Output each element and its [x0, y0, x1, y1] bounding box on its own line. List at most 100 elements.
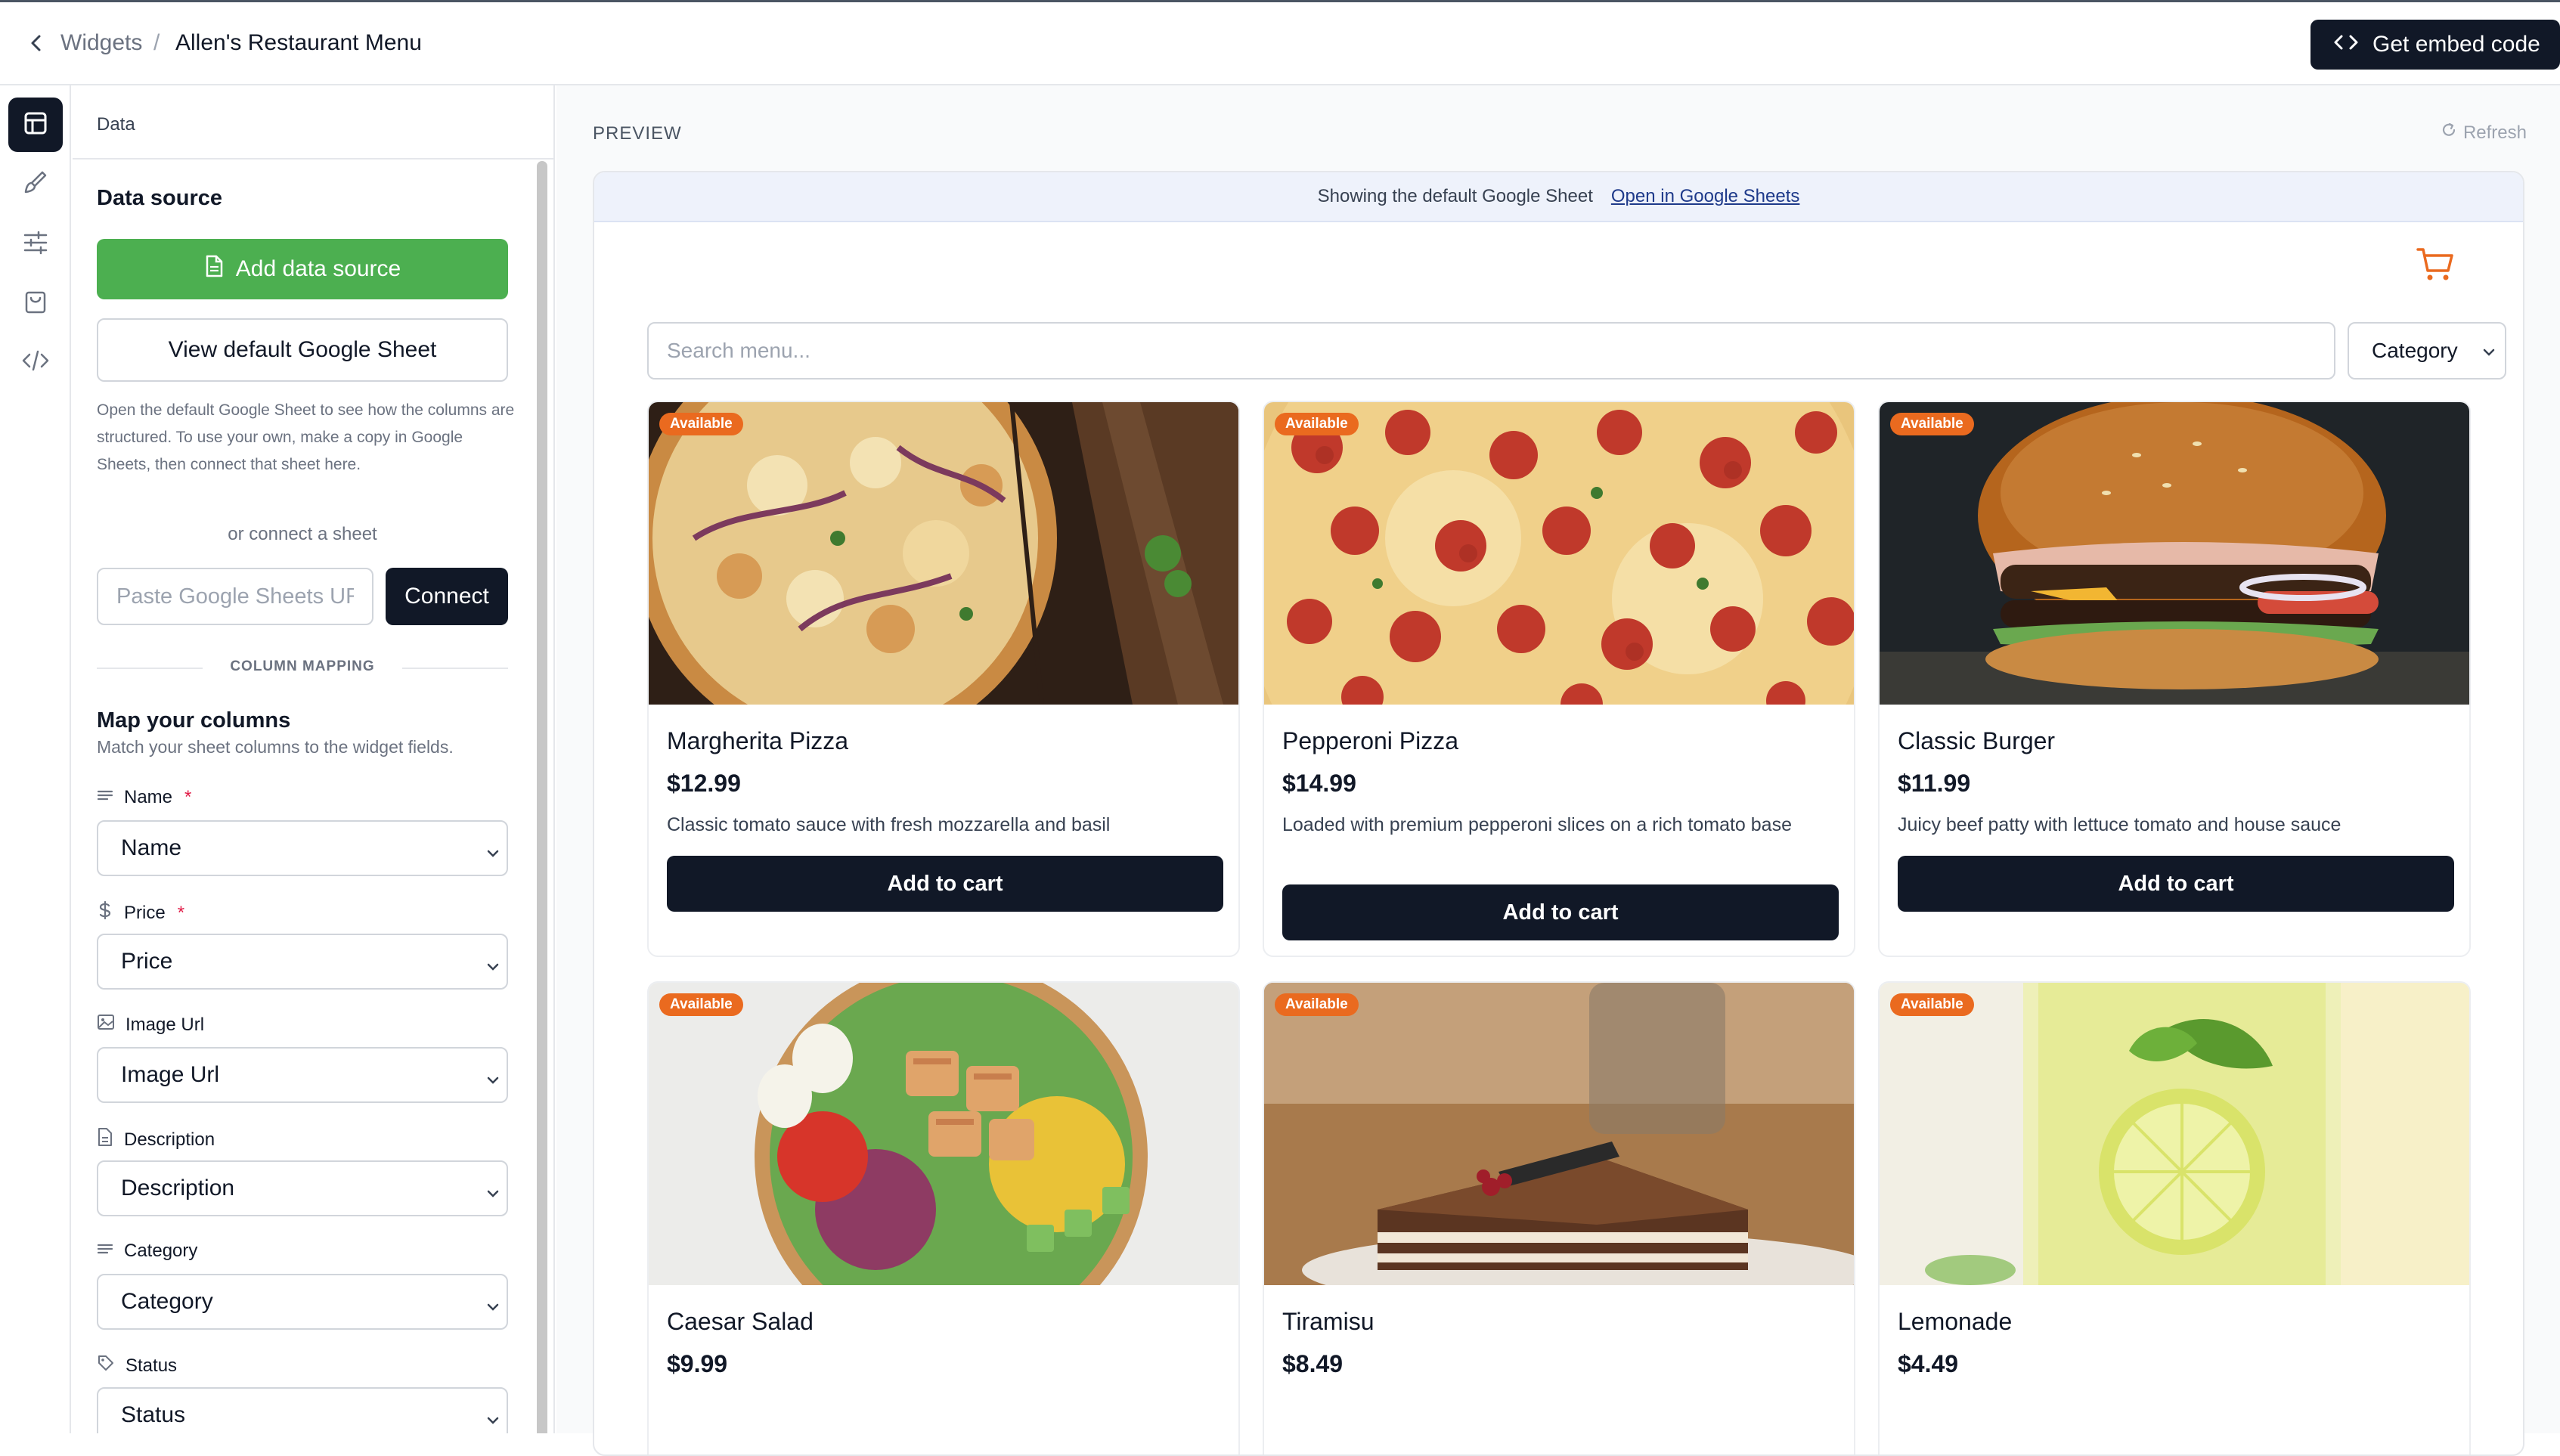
image-icon	[97, 1014, 115, 1036]
menu-item-name: Margherita Pizza	[667, 727, 849, 754]
preview-area: PREVIEW Refresh Showing the default Goog…	[556, 85, 2560, 1456]
menu-item-image	[1880, 402, 2469, 705]
refresh-label: Refresh	[2462, 122, 2527, 143]
lines-icon	[97, 787, 113, 808]
table-icon	[22, 110, 49, 141]
image-url-column-value: Image Url	[121, 1062, 220, 1087]
required-marker: *	[184, 787, 192, 807]
availability-badge: Available	[1275, 413, 1359, 435]
chevron-down-icon	[485, 1295, 501, 1321]
divider	[97, 668, 203, 669]
menu-item-card: Available Pepperoni Pizza $14.99 Loaded …	[1263, 401, 1855, 957]
dollar-icon	[97, 900, 113, 925]
back-chevron-icon[interactable]	[23, 29, 50, 57]
chevron-down-icon	[485, 955, 501, 980]
panel-scrollbar[interactable]	[537, 161, 547, 1433]
menu-item-image	[1264, 983, 1854, 1285]
menu-item-image	[1264, 402, 1854, 705]
rail-item-settings[interactable]	[8, 217, 63, 271]
add-data-source-label: Add data source	[235, 256, 401, 281]
rail-item-data[interactable]	[8, 98, 63, 152]
menu-item-card: Available Caesar Salad $9.99	[647, 981, 1240, 1454]
menu-item-name: Lemonade	[1898, 1308, 2013, 1335]
refresh-button[interactable]: Refresh	[2441, 122, 2527, 144]
rail-item-cart[interactable]	[8, 276, 63, 330]
breadcrumb-separator: /	[153, 30, 160, 55]
field-label-image-url: Image Url	[97, 1014, 204, 1036]
tag-icon	[97, 1354, 115, 1377]
lines-icon	[97, 1241, 113, 1262]
add-to-cart-button[interactable]: Add to cart	[1898, 856, 2454, 912]
price-column-value: Price	[121, 949, 173, 974]
code-brackets-icon	[2333, 32, 2359, 57]
column-mapping-heading: COLUMN MAPPING	[230, 658, 375, 674]
rail-item-embed[interactable]	[8, 335, 63, 389]
map-columns-title: Map your columns	[97, 708, 291, 733]
rail-item-style[interactable]	[8, 156, 63, 211]
menu-item-price: $9.99	[667, 1350, 728, 1377]
help-text: Open the default Google Sheet to see how…	[97, 401, 515, 473]
menu-item-card: Available Tiramisu $8.49	[1263, 981, 1855, 1454]
availability-badge: Available	[1275, 993, 1359, 1016]
menu-item-price: $8.49	[1282, 1350, 1344, 1377]
paintbrush-icon	[22, 169, 49, 200]
menu-item-card: Available Classic Burger $11.99 Juicy be…	[1878, 401, 2471, 957]
field-label-status: Status	[97, 1354, 177, 1377]
get-embed-code-button[interactable]: Get embed code	[2311, 20, 2560, 70]
required-marker: *	[177, 902, 185, 923]
breadcrumb-widgets-link[interactable]: Widgets	[60, 29, 142, 57]
cart-icon[interactable]	[2415, 245, 2456, 287]
chevron-down-icon	[2481, 342, 2497, 366]
category-filter-select[interactable]: Category	[2348, 322, 2506, 379]
category-filter-label: Category	[2372, 339, 2458, 362]
menu-item-name: Caesar Salad	[667, 1308, 814, 1335]
menu-item-image	[649, 983, 1238, 1285]
widget-preview-frame: Showing the default Google Sheet Open in…	[593, 171, 2524, 1456]
name-column-value: Name	[121, 835, 182, 860]
menu-item-price: $4.49	[1898, 1350, 1959, 1377]
status-column-value: Status	[121, 1402, 186, 1427]
availability-badge: Available	[659, 993, 743, 1016]
availability-badge: Available	[1890, 413, 1974, 435]
chevron-down-icon	[485, 1408, 501, 1433]
chevron-down-icon	[485, 841, 501, 867]
price-column-select[interactable]: Price	[97, 934, 508, 990]
name-column-select[interactable]: Name	[97, 820, 508, 876]
app-header: Widgets / Allen's Restaurant Menu Get em…	[0, 2, 2560, 85]
availability-badge: Available	[1890, 993, 1974, 1016]
description-column-select[interactable]: Description	[97, 1160, 508, 1216]
menu-item-name: Classic Burger	[1898, 727, 2056, 754]
menu-search-input[interactable]	[647, 322, 2335, 379]
get-embed-code-label: Get embed code	[2372, 32, 2540, 57]
default-sheet-banner: Showing the default Google Sheet Open in…	[594, 172, 2523, 222]
status-column-select[interactable]: Status	[97, 1387, 508, 1433]
menu-item-price: $12.99	[667, 770, 741, 797]
category-column-value: Category	[121, 1289, 213, 1314]
sidebar-rail	[0, 85, 71, 1433]
image-url-column-select[interactable]: Image Url	[97, 1047, 508, 1103]
add-data-source-button[interactable]: Add data source	[97, 239, 508, 299]
field-label-price: Price *	[97, 900, 184, 925]
menu-item-price: $14.99	[1282, 770, 1356, 797]
availability-badge: Available	[659, 413, 743, 435]
add-to-cart-button[interactable]: Add to cart	[1282, 884, 1839, 940]
category-column-select[interactable]: Category	[97, 1274, 508, 1330]
code-icon	[21, 347, 50, 378]
menu-item-card: Available Margherita Pizza $12.99 Classi…	[647, 401, 1240, 957]
open-in-google-sheets-link[interactable]: Open in Google Sheets	[1611, 186, 1800, 207]
sheet-url-input[interactable]	[97, 568, 373, 625]
document-icon	[97, 1127, 113, 1152]
add-to-cart-button[interactable]: Add to cart	[667, 856, 1223, 912]
sliders-icon	[22, 229, 49, 260]
connect-button[interactable]: Connect	[386, 568, 508, 625]
file-icon	[204, 255, 224, 283]
view-default-sheet-button[interactable]: View default Google Sheet	[97, 318, 508, 382]
panel-title: Data	[97, 114, 135, 135]
or-connect-label: or connect a sheet	[228, 524, 377, 544]
menu-item-card: Available Lemonade $4.49	[1878, 981, 2471, 1454]
chevron-down-icon	[485, 1182, 501, 1207]
field-label-name: Name *	[97, 787, 191, 808]
data-panel: Data Data source Add data source View de…	[73, 85, 555, 1433]
menu-item-image	[649, 402, 1238, 705]
menu-item-name: Tiramisu	[1282, 1308, 1375, 1335]
